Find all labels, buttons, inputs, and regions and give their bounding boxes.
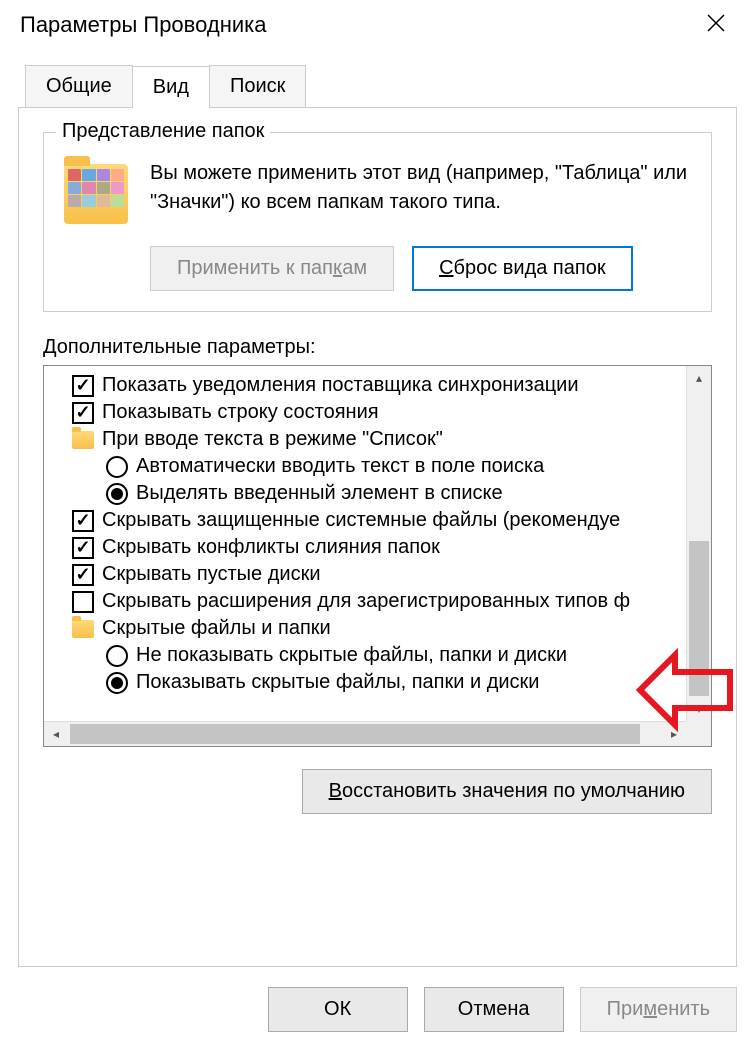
window-title: Параметры Проводника [20,12,266,38]
checkbox-icon[interactable] [72,510,94,532]
tree-item-5[interactable]: Скрывать защищенные системные файлы (рек… [44,507,686,534]
ok-button[interactable]: ОК [268,987,408,1032]
folder-view-description: Вы можете применить этот вид (например, … [150,159,691,217]
radio-icon[interactable] [106,456,128,478]
advanced-label: Дополнительные параметры: [43,336,712,359]
apply-to-folders-button[interactable]: Применить к папкам [150,246,394,291]
vertical-scroll-thumb[interactable] [689,541,709,696]
tree-item-4[interactable]: Выделять введенный элемент в списке [44,480,686,507]
tree-item-label: Скрывать защищенные системные файлы (рек… [102,509,620,532]
cancel-button[interactable]: Отмена [424,987,564,1032]
folder-view-groupbox: Представление папок Вы можете применить … [43,132,712,312]
tab-general[interactable]: Общие [25,65,133,108]
tree-item-0[interactable]: Показать уведомления поставщика синхрони… [44,372,686,399]
folder-view-row: Вы можете применить этот вид (например, … [64,159,691,224]
tree-item-1[interactable]: Показывать строку состояния [44,399,686,426]
tree-item-9[interactable]: Скрытые файлы и папки [44,615,686,642]
tree-item-label: Выделять введенный элемент в списке [136,482,503,505]
tab-strip: Общие Вид Поиск [25,65,755,108]
tree-item-label: Скрывать конфликты слияния папок [102,536,440,559]
scroll-down-icon[interactable]: ▾ [687,697,711,721]
tree-item-7[interactable]: Скрывать пустые диски [44,561,686,588]
tree-item-2[interactable]: При вводе текста в режиме "Список" [44,426,686,453]
folder-view-title: Представление папок [56,120,270,143]
tree-item-label: Скрывать пустые диски [102,563,321,586]
horizontal-scrollbar[interactable]: ◂ ▸ [44,721,686,746]
vertical-scrollbar[interactable]: ▴ ▾ [686,366,711,721]
scroll-right-icon[interactable]: ▸ [662,722,686,746]
folder-view-buttons: Применить к папкам Сброс вида папок [150,246,691,291]
tree-item-label: При вводе текста в режиме "Список" [102,428,443,451]
tree-item-label: Скрывать расширения для зарегистрированн… [102,590,630,613]
scroll-corner [686,721,711,746]
tree-item-label: Показывать скрытые файлы, папки и диски [136,671,539,694]
restore-defaults-button[interactable]: Восстановить значения по умолчанию [302,769,712,814]
tab-panel-view: Представление папок Вы можете применить … [18,107,737,967]
reset-folder-view-button[interactable]: Сброс вида папок [412,246,633,291]
radio-icon[interactable] [106,672,128,694]
tab-view[interactable]: Вид [132,66,210,109]
close-button[interactable] [697,10,735,40]
checkbox-icon[interactable] [72,375,94,397]
tree-item-label: Автоматически вводить текст в поле поиск… [136,455,544,478]
tree-item-label: Показать уведомления поставщика синхрони… [102,374,579,397]
title-bar: Параметры Проводника [0,0,755,50]
apply-button[interactable]: Применить [580,987,737,1032]
checkbox-icon[interactable] [72,564,94,586]
tree-item-label: Скрытые файлы и папки [102,617,331,640]
tree-item-8[interactable]: Скрывать расширения для зарегистрированн… [44,588,686,615]
advanced-tree: Показать уведомления поставщика синхрони… [43,365,712,747]
radio-icon[interactable] [106,483,128,505]
folder-icon [72,431,94,449]
tab-search[interactable]: Поиск [209,65,306,108]
checkbox-icon[interactable] [72,537,94,559]
tree-item-6[interactable]: Скрывать конфликты слияния папок [44,534,686,561]
advanced-tree-viewport[interactable]: Показать уведомления поставщика синхрони… [44,366,686,721]
tree-item-label: Показывать строку состояния [102,401,379,424]
horizontal-scroll-thumb[interactable] [70,724,640,744]
scroll-up-icon[interactable]: ▴ [687,366,711,390]
folder-icon [64,164,128,224]
scroll-left-icon[interactable]: ◂ [44,722,68,746]
tree-item-3[interactable]: Автоматически вводить текст в поле поиск… [44,453,686,480]
checkbox-icon[interactable] [72,591,94,613]
close-icon [705,12,727,34]
folder-icon [72,620,94,638]
tree-item-label: Не показывать скрытые файлы, папки и дис… [136,644,567,667]
checkbox-icon[interactable] [72,402,94,424]
radio-icon[interactable] [106,645,128,667]
tree-item-10[interactable]: Не показывать скрытые файлы, папки и дис… [44,642,686,669]
dialog-buttons: ОК Отмена Применить [268,987,737,1032]
tree-item-11[interactable]: Показывать скрытые файлы, папки и диски [44,669,686,696]
restore-row: Восстановить значения по умолчанию [43,769,712,814]
